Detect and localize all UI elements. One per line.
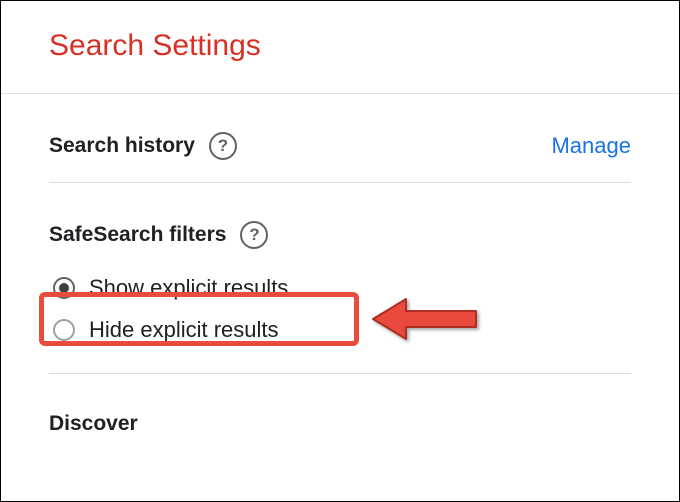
safesearch-options: Show explicit results Hide explicit resu… [49,267,631,351]
section-safesearch: SafeSearch filters ? Show explicit resul… [1,183,679,374]
safesearch-label: SafeSearch filters ? [49,221,631,249]
option-show-label: Show explicit results [89,275,288,301]
page-title: Search Settings [49,29,631,63]
option-show-explicit[interactable]: Show explicit results [49,267,631,309]
safesearch-text: SafeSearch filters [49,223,226,247]
section-search-history: Search history ? Manage [1,94,679,183]
help-icon[interactable]: ? [209,132,237,160]
search-history-text: Search history [49,134,195,158]
discover-text: Discover [49,412,138,436]
discover-label: Discover [49,412,631,436]
section-discover: Discover [1,374,679,436]
manage-link[interactable]: Manage [551,133,631,159]
search-history-label: Search history ? [49,132,237,160]
option-hide-label: Hide explicit results [89,317,279,343]
help-icon[interactable]: ? [240,221,268,249]
page-header: Search Settings [1,1,679,94]
option-hide-explicit[interactable]: Hide explicit results [49,309,631,351]
radio-icon [53,277,75,299]
radio-icon [53,319,75,341]
